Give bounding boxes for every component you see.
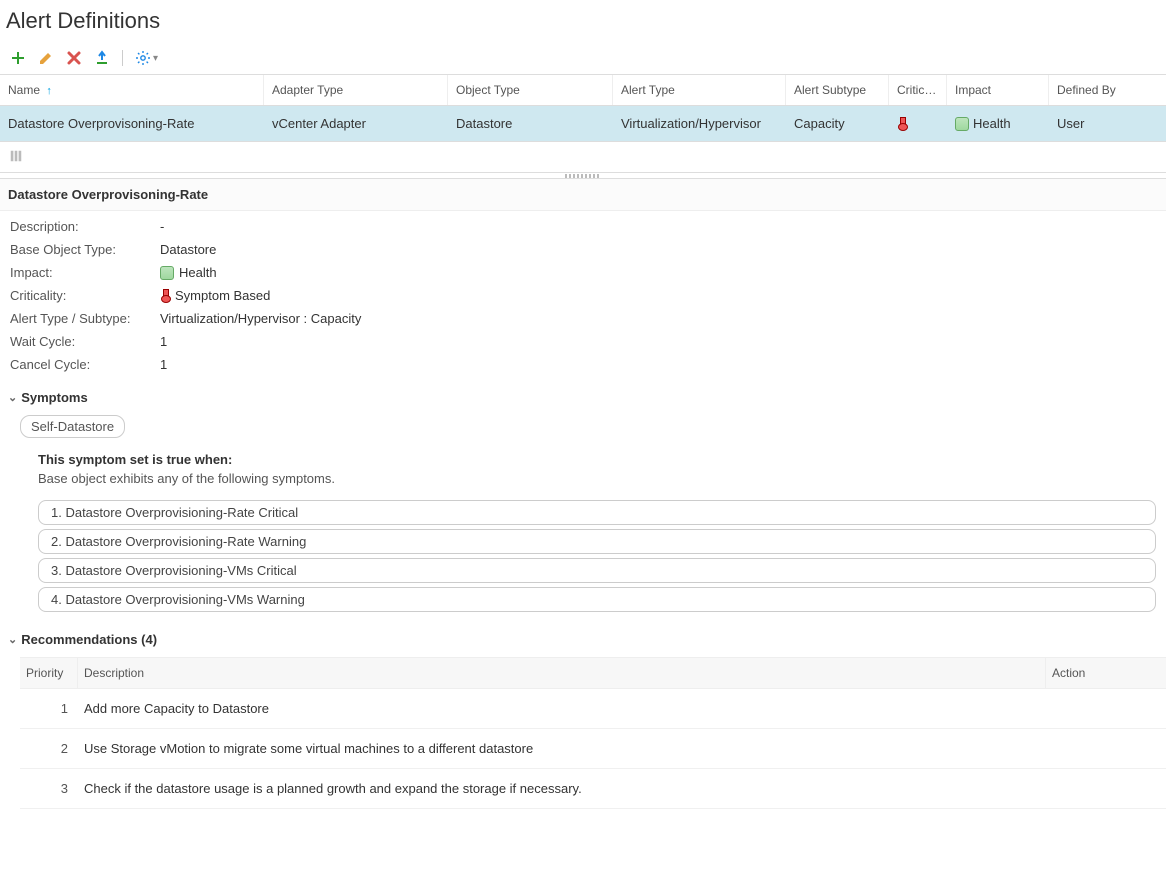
- toolbar-separator: [122, 50, 123, 66]
- value-wait-cycle: 1: [160, 334, 167, 349]
- label-description: Description:: [10, 219, 160, 234]
- label-wait-cycle: Wait Cycle:: [10, 334, 160, 349]
- col-alert-type[interactable]: Alert Type: [613, 75, 786, 105]
- rec-description: Check if the datastore usage is a planne…: [78, 769, 1046, 808]
- value-criticality-text: Symptom Based: [175, 288, 270, 303]
- symptom-item[interactable]: 1. Datastore Overprovisioning-Rate Criti…: [38, 500, 1156, 525]
- add-icon[interactable]: [10, 50, 26, 66]
- cell-name: Datastore Overprovisoning-Rate: [0, 106, 264, 141]
- value-criticality: Symptom Based: [160, 288, 270, 303]
- recommendation-row[interactable]: 2 Use Storage vMotion to migrate some vi…: [20, 729, 1166, 769]
- rec-priority: 2: [20, 729, 78, 768]
- symptom-set-desc: Base object exhibits any of the followin…: [38, 471, 1156, 486]
- recommendations-table: Priority Description Action 1 Add more C…: [20, 657, 1166, 809]
- symptom-item[interactable]: 2. Datastore Overprovisioning-Rate Warni…: [38, 529, 1156, 554]
- table-row[interactable]: Datastore Overprovisoning-Rate vCenter A…: [0, 106, 1166, 142]
- rec-action: [1046, 689, 1166, 728]
- thermometer-icon: [897, 117, 907, 131]
- rec-action: [1046, 729, 1166, 768]
- rec-col-action[interactable]: Action: [1046, 658, 1166, 688]
- cell-impact-label: Health: [973, 116, 1011, 131]
- chevron-down-icon: ⌄: [8, 633, 17, 646]
- table-footer: [0, 142, 1166, 173]
- recommendations-toggle[interactable]: ⌄ Recommendations (4): [0, 628, 1166, 651]
- rec-priority: 1: [20, 689, 78, 728]
- health-icon: [955, 117, 969, 131]
- settings-dropdown[interactable]: ▾: [135, 50, 158, 66]
- rec-col-description[interactable]: Description: [78, 658, 1046, 688]
- cell-alert-subtype: Capacity: [786, 106, 889, 141]
- detail-title: Datastore Overprovisoning-Rate: [0, 179, 1166, 211]
- value-alert-type-subtype: Virtualization/Hypervisor : Capacity: [160, 311, 361, 326]
- delete-icon[interactable]: [66, 50, 82, 66]
- gear-icon: [135, 50, 151, 66]
- value-description: -: [160, 219, 164, 234]
- chevron-down-icon: ▾: [153, 53, 158, 64]
- rec-priority: 3: [20, 769, 78, 808]
- col-name[interactable]: Name ↑: [0, 75, 264, 105]
- symptom-list: 1. Datastore Overprovisioning-Rate Criti…: [38, 500, 1156, 612]
- symptom-item[interactable]: 4. Datastore Overprovisioning-VMs Warnin…: [38, 587, 1156, 612]
- symptoms-toggle[interactable]: ⌄ Symptoms: [0, 386, 1166, 409]
- cell-adapter-type: vCenter Adapter: [264, 106, 448, 141]
- edit-icon[interactable]: [38, 50, 54, 66]
- column-picker-icon[interactable]: [8, 148, 24, 164]
- page-title: Alert Definitions: [0, 0, 1166, 38]
- col-name-label: Name: [8, 83, 40, 97]
- health-icon: [160, 266, 174, 280]
- value-impact-text: Health: [179, 265, 217, 280]
- chevron-down-icon: ⌄: [8, 391, 17, 404]
- toolbar: ▾: [0, 38, 1166, 75]
- label-alert-type-subtype: Alert Type / Subtype:: [10, 311, 160, 326]
- cell-criticality: [889, 106, 947, 141]
- symptom-set: This symptom set is true when: Base obje…: [32, 446, 1166, 628]
- recommendations-header: Recommendations (4): [21, 632, 157, 647]
- export-icon[interactable]: [94, 50, 110, 66]
- recommendations-header-row: Priority Description Action: [20, 657, 1166, 689]
- label-criticality: Criticality:: [10, 288, 160, 303]
- symptom-scope-pill: Self-Datastore: [20, 415, 125, 438]
- table-header-row: Name ↑ Adapter Type Object Type Alert Ty…: [0, 75, 1166, 106]
- cell-impact: Health: [947, 106, 1049, 141]
- cell-defined-by: User: [1049, 106, 1149, 141]
- cell-alert-type: Virtualization/Hypervisor: [613, 106, 786, 141]
- col-adapter-type[interactable]: Adapter Type: [264, 75, 448, 105]
- thermometer-icon: [160, 289, 170, 303]
- label-base-object-type: Base Object Type:: [10, 242, 160, 257]
- splitter[interactable]: [0, 173, 1166, 179]
- rec-action: [1046, 769, 1166, 808]
- col-object-type[interactable]: Object Type: [448, 75, 613, 105]
- rec-description: Add more Capacity to Datastore: [78, 689, 1046, 728]
- cell-object-type: Datastore: [448, 106, 613, 141]
- col-alert-subtype[interactable]: Alert Subtype: [786, 75, 889, 105]
- splitter-handle[interactable]: [565, 174, 601, 178]
- value-base-object-type: Datastore: [160, 242, 216, 257]
- recommendation-row[interactable]: 1 Add more Capacity to Datastore: [20, 689, 1166, 729]
- recommendation-row[interactable]: 3 Check if the datastore usage is a plan…: [20, 769, 1166, 809]
- label-cancel-cycle: Cancel Cycle:: [10, 357, 160, 372]
- detail-properties: Description: - Base Object Type: Datasto…: [0, 211, 1166, 386]
- col-impact[interactable]: Impact: [947, 75, 1049, 105]
- detail-panel: Datastore Overprovisoning-Rate Descripti…: [0, 179, 1166, 809]
- symptom-set-title: This symptom set is true when:: [38, 452, 1156, 467]
- col-criticality[interactable]: Criticality: [889, 75, 947, 105]
- label-impact: Impact:: [10, 265, 160, 280]
- symptoms-header: Symptoms: [21, 390, 87, 405]
- symptom-item[interactable]: 3. Datastore Overprovisioning-VMs Critic…: [38, 558, 1156, 583]
- value-impact: Health: [160, 265, 217, 280]
- rec-col-priority[interactable]: Priority: [20, 658, 78, 688]
- col-defined-by[interactable]: Defined By: [1049, 75, 1149, 105]
- sort-asc-icon: ↑: [46, 85, 52, 97]
- value-cancel-cycle: 1: [160, 357, 167, 372]
- rec-description: Use Storage vMotion to migrate some virt…: [78, 729, 1046, 768]
